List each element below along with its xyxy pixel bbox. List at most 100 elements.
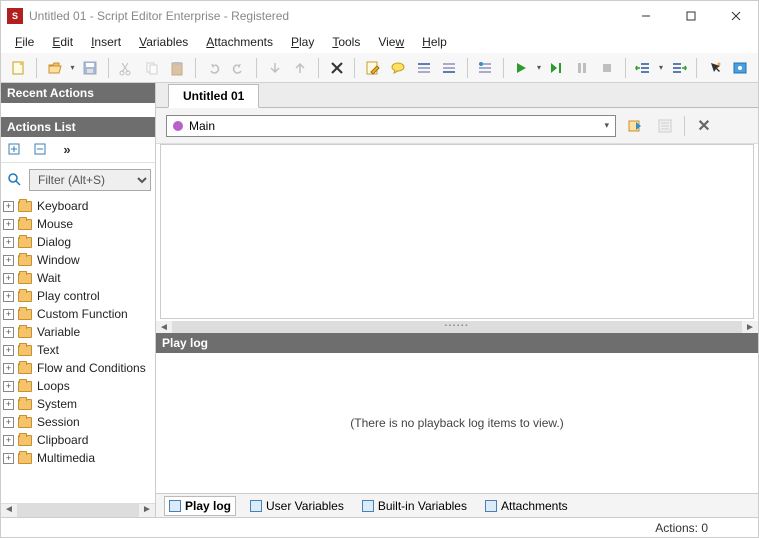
pause-button[interactable] bbox=[570, 56, 593, 80]
expand-icon[interactable]: + bbox=[3, 201, 14, 212]
filter-input[interactable]: Filter (Alt+S) bbox=[29, 169, 151, 191]
tab-icon bbox=[485, 500, 497, 512]
menu-file[interactable]: File bbox=[7, 33, 42, 51]
undo-button[interactable] bbox=[202, 56, 225, 80]
expand-icon[interactable]: + bbox=[3, 273, 14, 284]
tree-item[interactable]: + Custom Function bbox=[1, 305, 155, 323]
list2-button[interactable] bbox=[437, 56, 460, 80]
tree-item[interactable]: +Dialog bbox=[1, 233, 155, 251]
tree-item[interactable]: +Clipboard bbox=[1, 431, 155, 449]
actions-toolbar: » bbox=[1, 137, 155, 163]
tab-icon bbox=[169, 500, 181, 512]
indent-button[interactable] bbox=[667, 56, 690, 80]
play-dropdown[interactable]: ▾ bbox=[535, 56, 543, 80]
more-icon[interactable]: » bbox=[59, 142, 75, 158]
expand-icon[interactable]: + bbox=[3, 417, 14, 428]
bottom-tab[interactable]: Built-in Variables bbox=[358, 497, 471, 515]
menu-edit[interactable]: Edit bbox=[44, 33, 81, 51]
editor-area[interactable] bbox=[160, 144, 754, 319]
tree-item[interactable]: +Loops bbox=[1, 377, 155, 395]
menu-variables[interactable]: Variables bbox=[131, 33, 196, 51]
tree-item[interactable]: +Session bbox=[1, 413, 155, 431]
left-pane: Recent Actions Actions List » Filter (Al… bbox=[1, 83, 156, 517]
bottom-tab[interactable]: Play log bbox=[164, 496, 236, 516]
save-button[interactable] bbox=[78, 56, 101, 80]
folder-icon bbox=[18, 219, 32, 230]
expand-icon[interactable]: + bbox=[3, 237, 14, 248]
minimize-button[interactable] bbox=[623, 1, 668, 31]
edit-action-button[interactable] bbox=[361, 56, 384, 80]
tree-item[interactable]: +Variable bbox=[1, 323, 155, 341]
open-dropdown[interactable]: ▾ bbox=[69, 56, 77, 80]
goto-button[interactable] bbox=[624, 115, 646, 137]
menu-attachments[interactable]: Attachments bbox=[198, 33, 281, 51]
expand-icon[interactable]: + bbox=[3, 363, 14, 374]
menu-play[interactable]: Play bbox=[283, 33, 322, 51]
tree-item-label: Custom Function bbox=[37, 307, 128, 321]
editor-hscroll[interactable]: ◄ ▪▪▪▪▪▪ ► bbox=[156, 321, 758, 333]
cut-button[interactable] bbox=[115, 56, 138, 80]
bookmark-button[interactable] bbox=[473, 56, 496, 80]
actions-tree[interactable]: +Keyboard+Mouse+Dialog+Window+Wait+Play … bbox=[1, 197, 155, 503]
outdent-dropdown[interactable]: ▾ bbox=[657, 56, 665, 80]
open-button[interactable] bbox=[43, 56, 66, 80]
folder-icon bbox=[18, 237, 32, 248]
folder-icon bbox=[18, 363, 32, 374]
list1-button[interactable] bbox=[412, 56, 435, 80]
screenshot-button[interactable] bbox=[729, 56, 752, 80]
separator bbox=[318, 58, 319, 78]
tree-item[interactable]: +Play control bbox=[1, 287, 155, 305]
tree-item[interactable]: +Keyboard bbox=[1, 197, 155, 215]
move-down-button[interactable] bbox=[263, 56, 286, 80]
menu-help[interactable]: Help bbox=[414, 33, 455, 51]
comment-button[interactable] bbox=[387, 56, 410, 80]
tree-item[interactable]: +System bbox=[1, 395, 155, 413]
close-tab-button[interactable]: ✕ bbox=[693, 115, 715, 137]
function-combo[interactable]: Main ▾ bbox=[166, 115, 616, 137]
stop-button[interactable] bbox=[596, 56, 619, 80]
tree-item[interactable]: +Flow and Conditions bbox=[1, 359, 155, 377]
maximize-button[interactable] bbox=[668, 1, 713, 31]
tree-hscroll[interactable]: ◄► bbox=[1, 503, 155, 517]
expand-all-icon[interactable] bbox=[7, 142, 23, 158]
expand-icon[interactable]: + bbox=[3, 435, 14, 446]
expand-icon[interactable]: + bbox=[3, 291, 14, 302]
expand-icon[interactable]: + bbox=[3, 327, 14, 338]
tree-item[interactable]: +Multimedia bbox=[1, 449, 155, 467]
menu-view[interactable]: View bbox=[370, 33, 412, 51]
search-icon[interactable] bbox=[5, 170, 25, 190]
status-actions-count: Actions: 0 bbox=[655, 521, 708, 535]
step-button[interactable] bbox=[545, 56, 568, 80]
close-button[interactable] bbox=[713, 1, 758, 31]
paste-button[interactable] bbox=[165, 56, 188, 80]
separator bbox=[503, 58, 504, 78]
menu-insert[interactable]: Insert bbox=[83, 33, 129, 51]
collapse-all-icon[interactable] bbox=[33, 142, 49, 158]
play-button[interactable] bbox=[510, 56, 533, 80]
tree-item[interactable]: +Window bbox=[1, 251, 155, 269]
bottom-tab[interactable]: Attachments bbox=[481, 497, 572, 515]
tree-item[interactable]: +Mouse bbox=[1, 215, 155, 233]
delete-button[interactable] bbox=[325, 56, 348, 80]
folder-icon bbox=[18, 291, 32, 302]
new-button[interactable] bbox=[7, 56, 30, 80]
properties-button[interactable] bbox=[654, 115, 676, 137]
tree-item[interactable]: +Text bbox=[1, 341, 155, 359]
copy-button[interactable] bbox=[140, 56, 163, 80]
tab-untitled-01[interactable]: Untitled 01 bbox=[168, 84, 259, 108]
expand-icon[interactable]: + bbox=[3, 309, 14, 320]
move-up-button[interactable] bbox=[289, 56, 312, 80]
expand-icon[interactable]: + bbox=[3, 255, 14, 266]
redo-button[interactable] bbox=[227, 56, 250, 80]
pointer-button[interactable] bbox=[703, 56, 726, 80]
outdent-button[interactable] bbox=[632, 56, 655, 80]
expand-icon[interactable]: + bbox=[3, 399, 14, 410]
bottom-tab[interactable]: User Variables bbox=[246, 497, 348, 515]
expand-icon[interactable]: + bbox=[3, 453, 14, 464]
expand-icon[interactable]: + bbox=[3, 381, 14, 392]
menu-tools[interactable]: Tools bbox=[324, 33, 368, 51]
expand-icon[interactable]: + bbox=[3, 345, 14, 356]
expand-icon[interactable]: + bbox=[3, 219, 14, 230]
tree-item[interactable]: +Wait bbox=[1, 269, 155, 287]
bottom-tabs: Play log User Variables Built-in Variables… bbox=[156, 493, 758, 517]
